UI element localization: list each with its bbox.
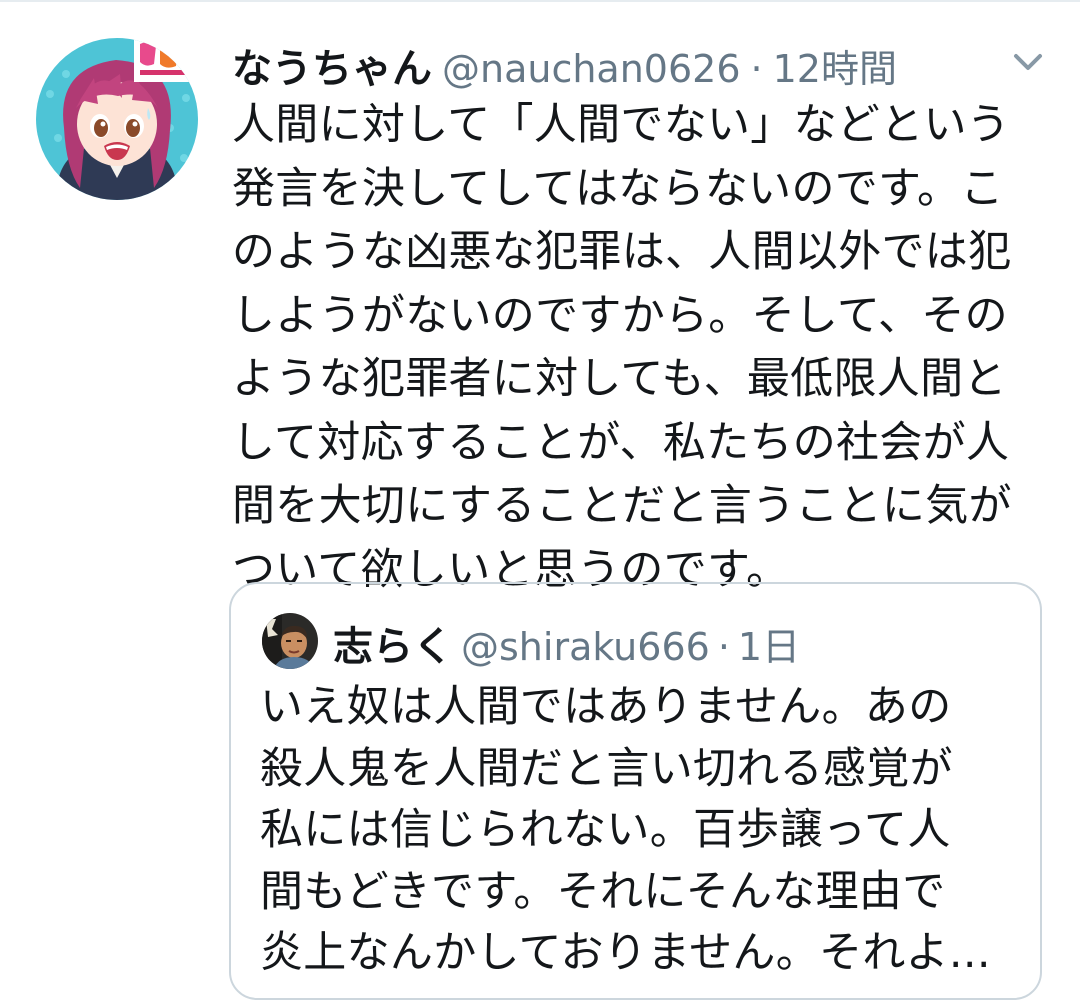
quoted-tweet-timestamp[interactable]: 1日 xyxy=(738,625,800,669)
quoted-text-line: 私には信じられない。百歩譲って人 xyxy=(260,805,951,855)
user-avatar[interactable] xyxy=(36,38,198,200)
quoted-text-line: 炎上なんかしておりません。それよ... xyxy=(260,928,991,978)
quoted-separator-dot: · xyxy=(717,625,730,669)
quoted-display-name[interactable]: 志らく xyxy=(333,624,453,670)
tweet-text-line: のような凶悪な犯罪は、人間以外では犯 xyxy=(232,227,1012,277)
quoted-user-avatar[interactable] xyxy=(262,613,318,669)
quoted-user-handle[interactable]: @shiraku666 xyxy=(461,625,710,669)
top-divider xyxy=(0,0,1080,2)
quoted-tweet-header: 志らく @shiraku666 · 1日 xyxy=(333,614,800,672)
tweet-text-line: 人間に対して「人間でない」などという xyxy=(232,100,1011,150)
tweet-text: 人間に対して「人間でない」などという 発言を決してしてはならないのです。こ のような… xyxy=(232,94,1052,602)
quoted-tweet-text: いえ奴は人間ではありません。あの 殺人鬼を人間だと言い切れる感覚が 私には信じられな… xyxy=(260,677,1030,985)
anime-girl-avatar-icon xyxy=(36,38,198,200)
quoted-text-line: 殺人鬼を人間だと言い切れる感覚が xyxy=(260,743,953,794)
chevron-down-icon[interactable] xyxy=(1008,48,1048,76)
quoted-text-line: 間もどきです。それにそんな理由で xyxy=(260,866,946,917)
tweet-header: なうちゃん @nauchan0626 · 12時間 xyxy=(232,36,897,92)
display-name[interactable]: なうちゃん xyxy=(232,46,432,92)
quoted-tweet-card[interactable]: 志らく @shiraku666 · 1日 いえ奴は人間ではありません。あの 殺人鬼を人間… xyxy=(229,582,1042,1000)
man-photo-avatar-icon xyxy=(262,613,318,669)
separator-dot: · xyxy=(750,47,763,91)
tweet-text-line: 発言を決してしてはならないのです。こ xyxy=(232,163,1004,214)
tweet-text-line: して対応することが、私たちの社会が人 xyxy=(232,417,1010,468)
user-handle[interactable]: @nauchan0626 xyxy=(442,47,741,91)
tweet-timestamp[interactable]: 12時間 xyxy=(773,47,897,91)
tweet-text-line: 間を大切にすることだと言うことに気が xyxy=(232,481,1012,531)
tweet-text-line: ような犯罪者に対しても、最低限人間と xyxy=(232,354,1007,404)
quoted-text-line: いえ奴は人間ではありません。あの xyxy=(260,682,952,732)
tweet-text-line: しようがないのですから。そして、その xyxy=(232,290,1008,341)
